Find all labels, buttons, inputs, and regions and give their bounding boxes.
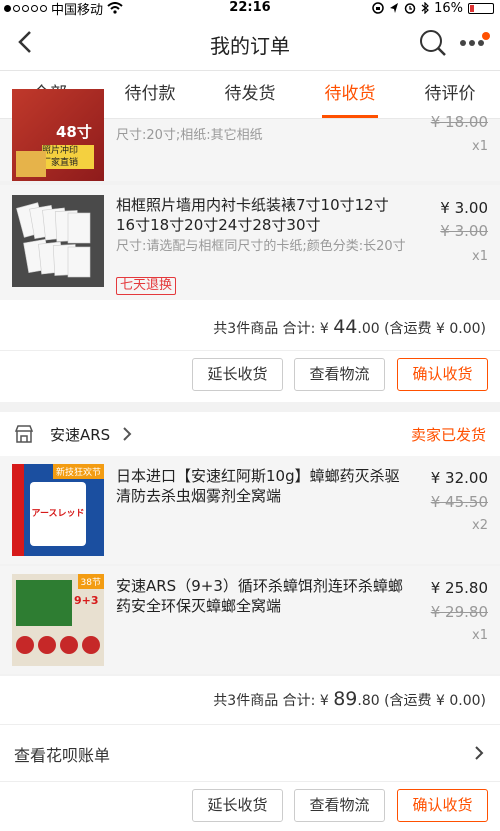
original-price: ¥ 18.00 (430, 113, 488, 131)
total-decimal: .80 (357, 693, 380, 709)
total-prefix: 共3件商品 合计: ¥ (213, 693, 334, 709)
product-thumbnail: 38节 9+3 (12, 574, 104, 666)
shipping-status: 卖家已发货 (410, 426, 486, 444)
huabei-bill-row[interactable]: 查看花呗账单 (0, 725, 500, 781)
extend-receipt-button[interactable]: 延长收货 (192, 789, 283, 822)
thumb-bait-4 (82, 636, 100, 654)
thumb-photo (16, 151, 46, 177)
thumb-tag: 新技狂欢节 (52, 464, 104, 479)
shop-header[interactable]: 安速ARS 卖家已发货 (0, 412, 500, 456)
status-bar: 中国移动 22:16 16% (0, 0, 500, 18)
total-integer: 89 (333, 688, 358, 710)
search-icon[interactable] (418, 28, 448, 58)
thumb-tag: 38节 (77, 574, 104, 589)
order-total: 共3件商品 合计: ¥ 89.80 (含运费 ¥ 0.00) (213, 688, 486, 710)
thumb-bait-3 (60, 636, 78, 654)
product-price: ¥ 32.00 (430, 469, 488, 487)
order-summary-block: 共3件商品 合计: ¥ 89.80 (含运费 ¥ 0.00) (0, 676, 500, 724)
order-actions: 延长收货 查看物流 确认收货 (0, 782, 500, 831)
original-price: ¥ 45.50 (430, 493, 488, 511)
product-thumbnail (12, 195, 104, 287)
confirm-receipt-button[interactable]: 确认收货 (397, 789, 488, 822)
lock-rotation-icon (372, 2, 384, 14)
product-price: ¥ 3.00 (440, 199, 488, 217)
order-summary-block: 共3件商品 合计: ¥ 44.00 (含运费 ¥ 0.00) 延长收货 查看物流… (0, 300, 500, 402)
product-name: 相框照片墙用内衬卡纸装裱7寸10寸12寸16寸18寸20寸24寸28寸30寸 (116, 196, 389, 234)
total-prefix: 共3件商品 合计: ¥ (213, 321, 334, 337)
bluetooth-icon (421, 2, 429, 14)
navigation-bar: 我的订单 (0, 16, 500, 71)
battery-percent: 16% (434, 0, 463, 16)
thumb-bait-2 (38, 636, 56, 654)
chevron-right-icon (475, 746, 484, 760)
list-item[interactable]: 新技狂欢节 アースレッド 日本进口【安速红阿斯10g】蟑螂药灭杀驱清防去杀虫烟雾… (0, 456, 500, 564)
tab-pending-shipment[interactable]: 待发货 (200, 71, 300, 118)
product-price: ¥ 25.80 (430, 579, 488, 597)
thumb-sublabel: 照片冲印 厂家直销 (42, 145, 94, 169)
product-thumbnail: 新技狂欢节 アースレッド (12, 464, 104, 556)
quantity: x1 (472, 628, 488, 643)
product-thumbnail: 48寸 照片冲印 厂家直销 (12, 89, 104, 181)
original-price: ¥ 29.80 (430, 603, 488, 621)
more-icon[interactable] (458, 30, 490, 56)
product-name: 安速ARS（9+3）循环杀蟑饵剂连环杀蟑螂药安全环保灭蟑螂全窝端 (116, 577, 403, 615)
order-total: 共3件商品 合计: ¥ 44.00 (含运费 ¥ 0.00) (213, 316, 486, 338)
total-decimal: .00 (357, 321, 380, 337)
thumb-label: 48寸 (56, 123, 92, 141)
thumb-label: 9+3 (74, 594, 99, 607)
thumb-box (16, 580, 72, 626)
original-price: ¥ 3.00 (440, 222, 488, 240)
alarm-icon (404, 3, 416, 14)
tab-pending-review[interactable]: 待评价 (400, 71, 500, 118)
quantity: x2 (472, 518, 488, 533)
shop-name[interactable]: 安速ARS (50, 424, 110, 445)
divider (0, 350, 500, 351)
thumb-stripe (12, 464, 24, 556)
product-name: 日本进口【安速红阿斯10g】蟑螂药灭杀驱清防去杀虫烟雾剂全窝端 (116, 467, 400, 505)
product-spec: 尺寸:请选配与相框同尺寸的卡纸;颜色分类:长20寸 (116, 239, 406, 254)
list-item[interactable]: 38节 9+3 安速ARS（9+3）循环杀蟑饵剂连环杀蟑螂药安全环保灭蟑螂全窝端… (0, 566, 500, 674)
view-logistics-button[interactable]: 查看物流 (294, 789, 385, 822)
total-shipping: (含运费 ¥ 0.00) (379, 321, 486, 337)
quantity: x1 (472, 139, 488, 154)
confirm-receipt-button[interactable]: 确认收货 (397, 358, 488, 391)
quantity: x1 (472, 249, 488, 264)
list-item[interactable]: 48寸 照片冲印 厂家直销 尺寸:20寸;相纸:其它相纸 ¥ 18.00 x1 (0, 89, 500, 181)
thumb-bait-1 (16, 636, 34, 654)
location-icon (390, 3, 399, 13)
battery-icon (468, 2, 494, 14)
thumb-label: アースレッド (31, 509, 85, 519)
store-icon (14, 425, 34, 443)
return-policy-badge: 七天退换 (116, 277, 177, 295)
huabei-bill-label: 查看花呗账单 (14, 746, 111, 765)
view-logistics-button[interactable]: 查看物流 (294, 358, 385, 391)
mat-board-image (12, 195, 104, 287)
product-spec: 尺寸:20寸;相纸:其它相纸 (116, 128, 263, 143)
total-integer: 44 (333, 316, 358, 338)
total-shipping: (含运费 ¥ 0.00) (379, 693, 486, 709)
extend-receipt-button[interactable]: 延长收货 (192, 358, 283, 391)
tab-pending-receipt[interactable]: 待收货 (300, 71, 400, 118)
tab-pending-payment[interactable]: 待付款 (100, 71, 200, 118)
chevron-right-icon (123, 427, 132, 441)
list-item[interactable]: 相框照片墙用内衬卡纸装裱7寸10寸12寸16寸18寸20寸24寸28寸30寸 尺… (0, 185, 500, 300)
